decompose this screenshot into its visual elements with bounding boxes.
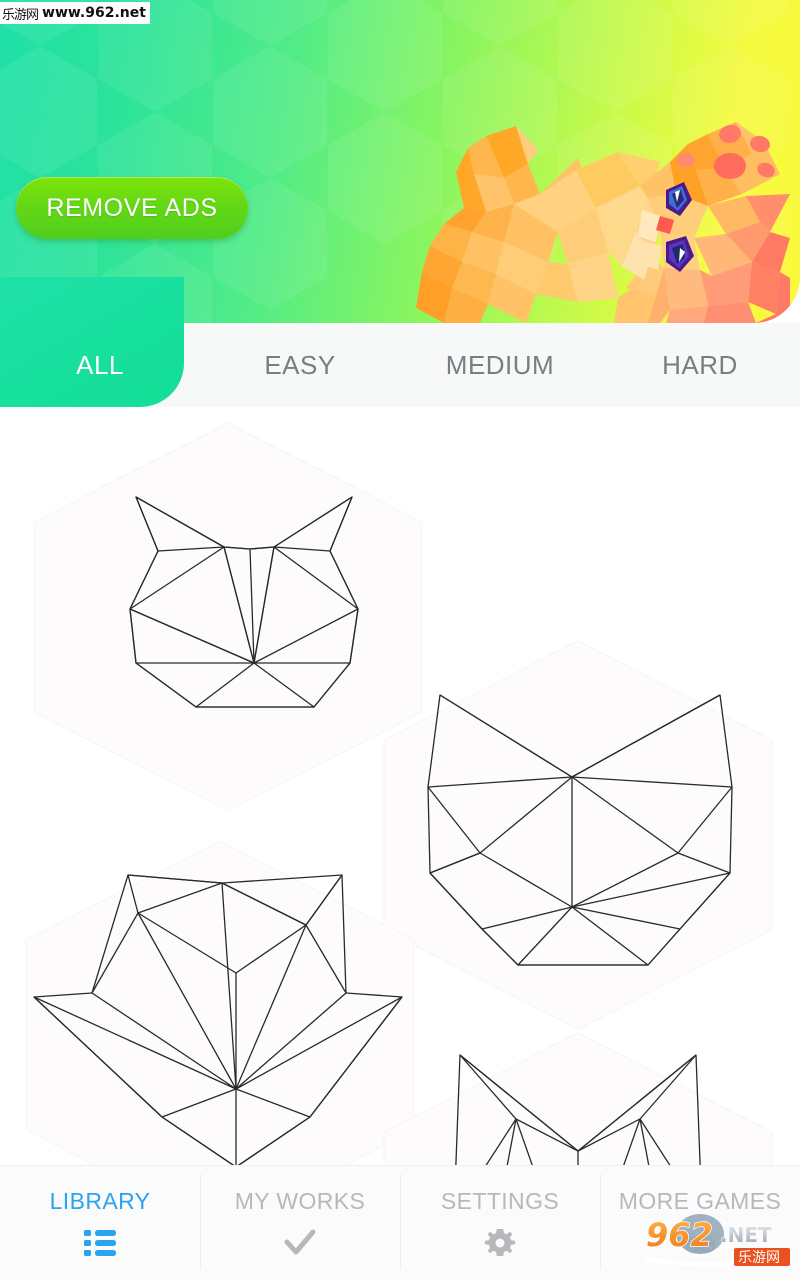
remove-ads-button[interactable]: REMOVE ADS: [16, 177, 248, 239]
tab-hard[interactable]: HARD: [600, 323, 800, 407]
fox-wireframe-artwork: [10, 835, 430, 1165]
check-icon: [283, 1227, 317, 1259]
svg-text:962: 962: [646, 1216, 713, 1254]
tab-easy[interactable]: EASY: [200, 323, 400, 407]
nav-my-works-label: MY WORKS: [234, 1188, 366, 1214]
header-banner: REMOVE ADS: [0, 0, 800, 323]
nav-item-settings[interactable]: SETTINGS: [400, 1166, 600, 1280]
cat-wireframe-artwork: [368, 635, 788, 1035]
gallery-grid: [0, 407, 800, 1165]
nav-more-games-label: MORE GAMES: [618, 1188, 782, 1214]
tab-easy-label: EASY: [264, 349, 336, 380]
list-icon: [83, 1227, 117, 1259]
cat-wireframe-artwork: [368, 1027, 788, 1165]
site-watermark-top: 乐游网 www.962.net: [0, 2, 150, 24]
difficulty-tabbar: ALL EASY MEDIUM HARD: [0, 277, 800, 407]
svg-text:.NET: .NET: [720, 1223, 772, 1247]
site-logo-watermark: 962 .NET 乐游网: [638, 1212, 800, 1272]
nav-item-library[interactable]: LIBRARY: [0, 1166, 200, 1280]
tab-all-label: ALL: [76, 349, 124, 380]
gallery-item-cat-2[interactable]: [368, 635, 788, 1035]
tab-medium-label: MEDIUM: [445, 349, 555, 380]
nav-library-label: LIBRARY: [49, 1188, 151, 1214]
watermark-url-text: www.962.net: [42, 5, 146, 21]
low-poly-cat-illustration: [408, 112, 790, 323]
tab-medium[interactable]: MEDIUM: [400, 323, 600, 407]
gear-icon: [483, 1227, 517, 1259]
svg-text:乐游网: 乐游网: [738, 1250, 780, 1266]
app-root: REMOVE ADS ALL EASY MEDIUM HARD LIBRARY …: [0, 0, 800, 1280]
tab-all[interactable]: ALL: [0, 323, 200, 407]
watermark-cn-text: 乐游网: [2, 7, 39, 23]
tab-hard-label: HARD: [662, 349, 738, 380]
gallery-item-cat-3[interactable]: [10, 835, 430, 1165]
gallery-item-cat-4[interactable]: [368, 1027, 788, 1165]
remove-ads-label: REMOVE ADS: [46, 193, 218, 222]
nav-settings-label: SETTINGS: [440, 1188, 560, 1214]
nav-item-my-works[interactable]: MY WORKS: [200, 1166, 400, 1280]
